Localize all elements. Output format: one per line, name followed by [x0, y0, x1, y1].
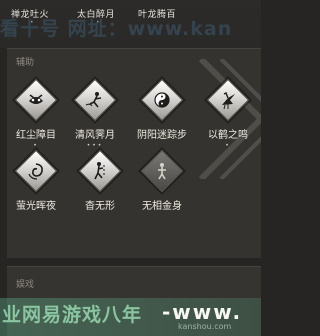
skill-name: 无相金身 — [142, 201, 182, 212]
skill-name: 红尘障目 — [16, 130, 56, 141]
crane-icon — [222, 92, 235, 110]
skill-name: 以鹤之鸣 — [208, 130, 248, 141]
skill-name: 杳无形 — [85, 201, 115, 212]
skill-yinyang-mizongbu[interactable]: 阴阳迷踪步 — [134, 78, 190, 150]
top-skill-3[interactable]: 叶龙腾百 — [138, 7, 176, 20]
skill-qingfeng-jiyue[interactable]: 清风霁月 ••• — [67, 78, 123, 150]
swirl-icon — [28, 163, 43, 180]
top-skill-1-dots: • — [30, 19, 35, 26]
assist-skill-panel: 辅助 红尘障目 • 清风霁月 ••• 阴阳迷踪步 以鹤之鸣 • 萤光晖夜 杳无形… — [7, 48, 261, 258]
yinyang-icon — [154, 92, 170, 108]
skill-name: 清风霁月 — [75, 130, 115, 141]
skill-yi-he-zhi-ming[interactable]: 以鹤之鸣 • — [200, 78, 256, 150]
skill-yingguang-huiye[interactable]: 萤光晖夜 — [8, 149, 64, 221]
golden-body-icon — [158, 163, 166, 180]
watermark-footer-small: kanshou.com — [178, 322, 232, 331]
watermark-footer-text: 业网易游戏八年 — [2, 304, 143, 326]
section-title-assist: 辅助 — [16, 58, 35, 68]
skill-level-dots: • — [225, 142, 231, 149]
shadow-figure-icon — [94, 162, 105, 180]
skill-name: 萤光晖夜 — [16, 201, 56, 212]
skill-level-dots — [72, 213, 128, 221]
top-skill-2-dots: • — [96, 19, 101, 26]
skill-level-dots — [134, 213, 190, 221]
skill-yao-wu-xing[interactable]: 杳无形 — [72, 149, 128, 221]
skill-hongchen-zhangmu[interactable]: 红尘障目 • — [8, 78, 64, 150]
skill-wuxiang-jinshen[interactable]: 无相金身 — [134, 149, 190, 221]
watermark-footer-url: -www. — [162, 300, 243, 324]
mask-icon — [29, 94, 43, 104]
section-title-entertainment: 娱戏 — [16, 280, 35, 290]
skill-level-dots — [8, 213, 64, 221]
skill-level-dots: ••• — [86, 142, 104, 149]
wind-figure-icon — [85, 92, 102, 108]
skill-name: 阴阳迷踪步 — [137, 130, 187, 141]
